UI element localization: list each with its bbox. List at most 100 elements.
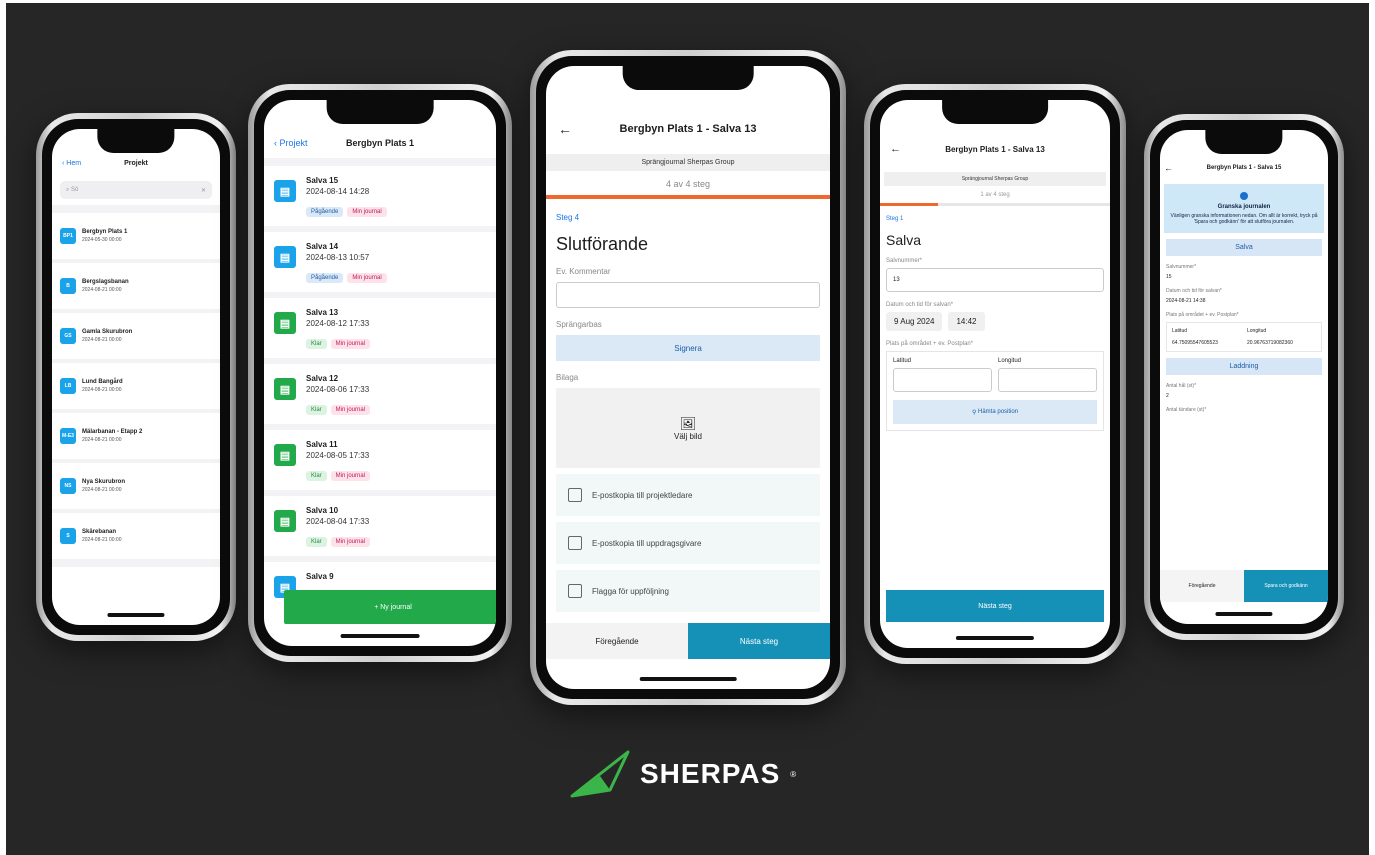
- project-date: 2024-08-21 00:00: [82, 337, 122, 343]
- search-input[interactable]: ⌕ Sö ✕: [60, 181, 212, 199]
- nav-bar: ‹ Projekt Bergbyn Plats 1: [264, 128, 496, 158]
- phone-step4: ← Bergbyn Plats 1 - Salva 13 Sprängjourn…: [530, 50, 846, 705]
- comment-input[interactable]: [556, 282, 820, 308]
- journal-row[interactable]: ▤ Salva 10 2024-08-04 17:33 Klar Min journal: [264, 496, 496, 556]
- clear-icon[interactable]: ✕: [201, 187, 206, 194]
- project-name: Bergbyn Plats 1: [82, 229, 128, 235]
- attachment-label: Bilaga: [556, 373, 579, 382]
- review-info-banner: Granska journalen Vänligen granska infor…: [1164, 184, 1324, 233]
- step-heading: Slutförande: [556, 234, 649, 254]
- next-step-button[interactable]: Nästa steg: [688, 623, 830, 659]
- project-icon: LB: [60, 378, 76, 394]
- latitude-input[interactable]: [893, 368, 992, 392]
- checkbox[interactable]: [568, 584, 582, 598]
- page-title: Bergbyn Plats 1 - Salva 13: [619, 123, 757, 135]
- nav-bar: ← Bergbyn Plats 1 - Salva 13: [546, 114, 830, 144]
- home-indicator: [1215, 612, 1273, 616]
- time-picker[interactable]: 14:42: [948, 312, 985, 331]
- right-edge: [1369, 0, 1375, 855]
- journal-date: 2024-08-04 17:33: [306, 517, 370, 526]
- info-icon: [1240, 192, 1248, 200]
- top-edge: [0, 0, 1375, 3]
- project-name: Gamla Skurubron: [82, 329, 133, 335]
- datetime-label: Datum och tid för salvan*: [886, 302, 954, 308]
- salvo-input[interactable]: 13: [886, 268, 1104, 292]
- phone-review: ← Bergbyn Plats 1 - Salva 15 Granska jou…: [1144, 114, 1344, 640]
- journal-date: 2024-08-06 17:33: [306, 385, 370, 394]
- fetch-position-button[interactable]: ⚲ Hämta position: [893, 400, 1097, 424]
- previous-button[interactable]: Föregående: [1160, 570, 1244, 602]
- project-row[interactable]: M-E3 Mälarbanan - Etapp 2 2024-08-21 00:00: [52, 413, 220, 459]
- notch: [326, 100, 434, 124]
- phone-journals: ‹ Projekt Bergbyn Plats 1 ▤ Salva 15 2024-…: [248, 84, 512, 662]
- longitude-label: Longitud: [1247, 328, 1267, 334]
- project-date: 2024-08-21 00:00: [82, 487, 122, 493]
- project-icon: M-E3: [60, 428, 76, 444]
- journal-row[interactable]: ▤ Salva 12 2024-08-06 17:33 Klar Min journal: [264, 364, 496, 424]
- info-text: Vänligen granska informationen nedan. Om…: [1170, 213, 1318, 225]
- status-badge: Klar: [306, 471, 327, 481]
- journal-name: Salva 10: [306, 506, 339, 515]
- choose-image-label: Välj bild: [673, 431, 702, 441]
- checkbox-row[interactable]: Flagga för uppföljning: [556, 570, 820, 612]
- checkbox-row[interactable]: E-postkopia till projektledare: [556, 474, 820, 516]
- notch: [622, 66, 754, 90]
- sherpas-logo: SHERPAS ®: [570, 750, 796, 798]
- next-step-button[interactable]: Nästa steg: [886, 590, 1104, 622]
- home-indicator: [107, 613, 165, 617]
- journal-name: Salva 9: [306, 572, 334, 581]
- project-row[interactable]: S Skärebanan 2024-08-21 00:00: [52, 513, 220, 559]
- step-label: Steg 1: [886, 216, 904, 222]
- page-title: Bergbyn Plats 1 - Salva 15: [1206, 165, 1282, 171]
- save-approve-button[interactable]: Spara och godkänn: [1244, 570, 1328, 602]
- journal-row[interactable]: ▤ Salva 14 2024-08-13 10:57 Pågående Min jou…: [264, 232, 496, 292]
- project-row[interactable]: B Bergslagsbanan 2024-08-21 00:00: [52, 263, 220, 309]
- holes-value: 2: [1166, 393, 1169, 399]
- back-arrow-icon[interactable]: ←: [890, 143, 901, 155]
- journal-name: Salva 13: [306, 308, 339, 317]
- project-date: 2024-08-21 00:00: [82, 287, 122, 293]
- latitude-label: Latitud: [1172, 328, 1188, 334]
- comment-label: Ev. Kommentar: [556, 267, 611, 276]
- journal-row[interactable]: ▤ Salva 11 2024-08-05 17:33 Klar Min journal: [264, 430, 496, 490]
- journal-row[interactable]: ▤ Salva 13 2024-08-12 17:33 Klar Min journal: [264, 298, 496, 358]
- project-row[interactable]: LB Lund Bangård 2024-08-21 00:00: [52, 363, 220, 409]
- owner-badge: Min journal: [330, 339, 371, 349]
- status-badge: Pågående: [306, 207, 344, 217]
- location-pin-icon: ⚲: [971, 409, 977, 416]
- project-name: Bergslagsbanan: [82, 279, 129, 285]
- checkbox-row[interactable]: E-postkopia till uppdragsgivare: [556, 522, 820, 564]
- project-icon: BP1: [60, 228, 76, 244]
- latitude-value: 64.75095547605523: [1172, 340, 1218, 346]
- date-picker[interactable]: 9 Aug 2024: [886, 312, 943, 331]
- checkbox[interactable]: [568, 536, 582, 550]
- longitude-value: 20.96763719082360: [1247, 340, 1293, 346]
- footer-buttons: Föregående Spara och godkänn: [1160, 570, 1328, 602]
- longitude-input[interactable]: [998, 368, 1097, 392]
- page-title: Bergbyn Plats 1 - Salva 13: [945, 144, 1045, 154]
- previous-button[interactable]: Föregående: [546, 623, 688, 659]
- project-row[interactable]: BP1 Bergbyn Plats 1 2024-05-30 00:00: [52, 213, 220, 259]
- back-arrow-icon[interactable]: ←: [558, 121, 572, 137]
- journal-row[interactable]: ▤ Salva 15 2024-08-14 14:28 Pågående Min jou…: [264, 166, 496, 226]
- document-icon: ▤: [274, 444, 296, 466]
- project-row[interactable]: GS Gamla Skurubron 2024-08-21 00:00: [52, 313, 220, 359]
- back-arrow-icon[interactable]: ←: [1164, 163, 1173, 173]
- company-banner: Sprängjournal Sherpas Group: [884, 172, 1106, 186]
- sign-button[interactable]: Signera: [556, 335, 820, 361]
- project-date: 2024-08-21 00:00: [82, 387, 122, 393]
- journal-date: 2024-08-13 10:57: [306, 253, 370, 262]
- back-button[interactable]: ‹ Projekt: [274, 138, 308, 148]
- back-button[interactable]: ‹ Hem: [62, 160, 81, 167]
- choose-image-button[interactable]: 🖼 Välj bild: [556, 388, 820, 468]
- project-row[interactable]: NS Nya Skurubron 2024-08-21 00:00: [52, 463, 220, 509]
- nav-bar: ‹ Hem Projekt: [52, 153, 220, 173]
- checkbox[interactable]: [568, 488, 582, 502]
- new-journal-button[interactable]: + Ny journal: [284, 590, 496, 624]
- project-name: Mälarbanan - Etapp 2: [82, 429, 143, 435]
- datetime-pickers: 9 Aug 2024 14:42: [886, 312, 1104, 331]
- project-list: BP1 Bergbyn Plats 1 2024-05-30 00:00 B Bergs…: [52, 205, 220, 567]
- project-date: 2024-05-30 00:00: [82, 237, 122, 243]
- step-label: Steg 4: [556, 213, 580, 222]
- journal-date: 2024-08-14 14:28: [306, 187, 370, 196]
